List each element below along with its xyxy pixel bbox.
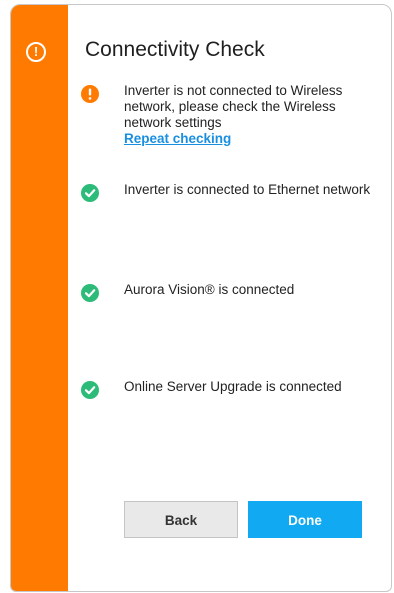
check-circle-icon: [81, 184, 99, 202]
check-circle-icon: [81, 381, 99, 399]
status-text-online-server-upgrade: Online Server Upgrade is connected: [124, 379, 342, 394]
exclamation-circle-icon: [81, 85, 99, 103]
back-button[interactable]: Back: [124, 501, 238, 538]
status-text-wireless: Inverter is not connected to Wireless ne…: [124, 83, 343, 130]
repeat-checking-link[interactable]: Repeat checking: [124, 131, 231, 147]
done-button[interactable]: Done: [248, 501, 362, 538]
dialog-side-bar: !: [11, 5, 68, 591]
dialog-title: Connectivity Check: [85, 38, 265, 61]
status-text-ethernet: Inverter is connected to Ethernet networ…: [124, 182, 371, 197]
connectivity-check-dialog: ! Connectivity Check Inverter is not con…: [10, 4, 392, 592]
warning-circle-icon: !: [26, 42, 46, 62]
check-circle-icon: [81, 284, 99, 302]
status-text-aurora-vision: Aurora Vision® is connected: [124, 282, 295, 297]
